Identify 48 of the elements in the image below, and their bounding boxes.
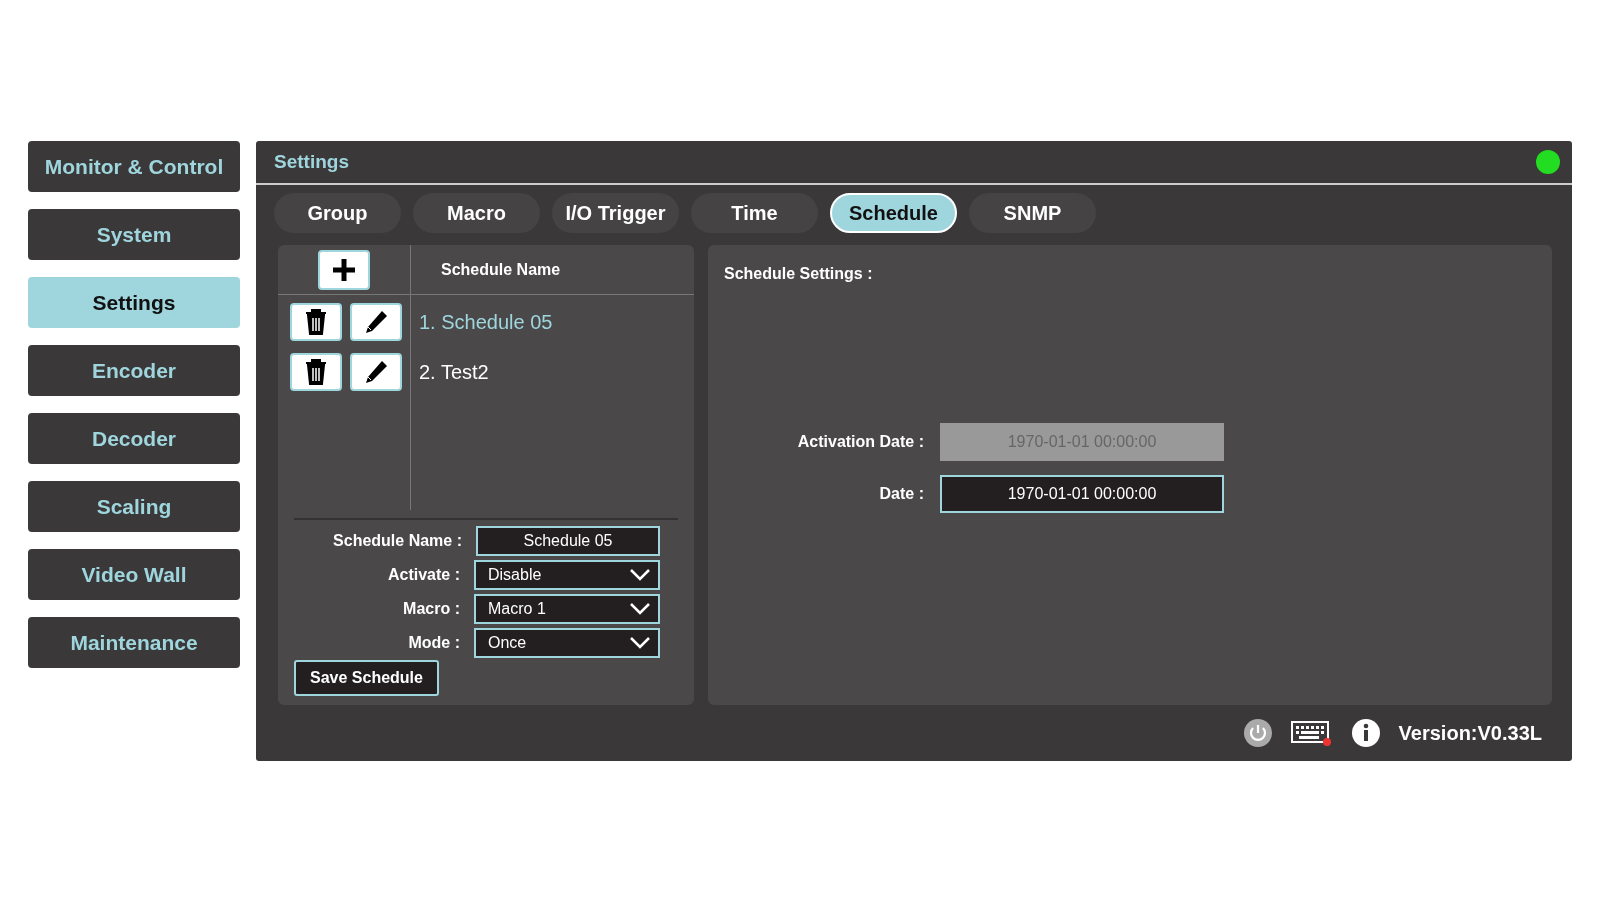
sidebar-item[interactable]: System (28, 209, 240, 260)
plus-icon (331, 256, 357, 283)
chevron-down-icon (630, 569, 650, 581)
keyboard-icon[interactable] (1290, 719, 1333, 747)
schedule-item[interactable]: 2. Test2 (419, 360, 489, 384)
panel-title: Settings (274, 151, 349, 173)
sidebar-item[interactable]: Scaling (28, 481, 240, 532)
edit-button[interactable] (350, 353, 402, 391)
date-field[interactable]: 1970-01-01 00:00:00 (940, 475, 1224, 513)
add-button[interactable] (318, 249, 370, 290)
info-icon[interactable] (1350, 718, 1381, 748)
schedule-item[interactable]: 1. Schedule 05 (419, 310, 553, 334)
delete-button[interactable] (290, 353, 342, 391)
column-header: Schedule Name (441, 260, 561, 279)
field-label: Schedule Name : (333, 532, 462, 550)
sidebar-item[interactable]: Video Wall (28, 549, 240, 600)
tab[interactable]: Macro (413, 193, 540, 233)
trash-icon (304, 359, 328, 385)
section-title: Schedule Settings : (724, 265, 874, 283)
tab[interactable]: SNMP (969, 193, 1096, 233)
dropdown[interactable]: Macro 1 (474, 594, 660, 624)
field-label: Macro : (403, 600, 460, 618)
delete-button[interactable] (290, 303, 342, 341)
chevron-down-icon (630, 637, 650, 649)
tab[interactable]: I/O Trigger (552, 193, 679, 233)
tab[interactable]: Group (274, 193, 401, 233)
sidebar-item[interactable]: Decoder (28, 413, 240, 464)
pencil-icon (363, 309, 389, 335)
field-label: Date : (878, 485, 924, 503)
field-label: Activate : (387, 566, 460, 584)
dropdown[interactable]: Once (474, 628, 660, 658)
sidebar-item[interactable]: Monitor & Control (28, 141, 240, 192)
sidebar-item[interactable]: Maintenance (28, 617, 240, 668)
edit-button[interactable] (350, 303, 402, 341)
power-icon[interactable] (1242, 718, 1273, 748)
chevron-down-icon (630, 603, 650, 615)
save-schedule-button[interactable]: Save Schedule (294, 660, 439, 696)
pencil-icon (363, 359, 389, 385)
sidebar-item[interactable]: Encoder (28, 345, 240, 396)
trash-icon (304, 309, 328, 335)
tab[interactable]: Time (691, 193, 818, 233)
sidebar-item[interactable]: Settings (28, 277, 240, 328)
dropdown[interactable]: Disable (474, 560, 660, 590)
field-label: Mode : (408, 634, 460, 652)
text-field[interactable]: Schedule 05 (476, 526, 660, 556)
field-label: Activation Date : (796, 433, 924, 451)
tab[interactable]: Schedule (830, 193, 957, 233)
version-text: Version:V0.33L (1398, 721, 1542, 745)
